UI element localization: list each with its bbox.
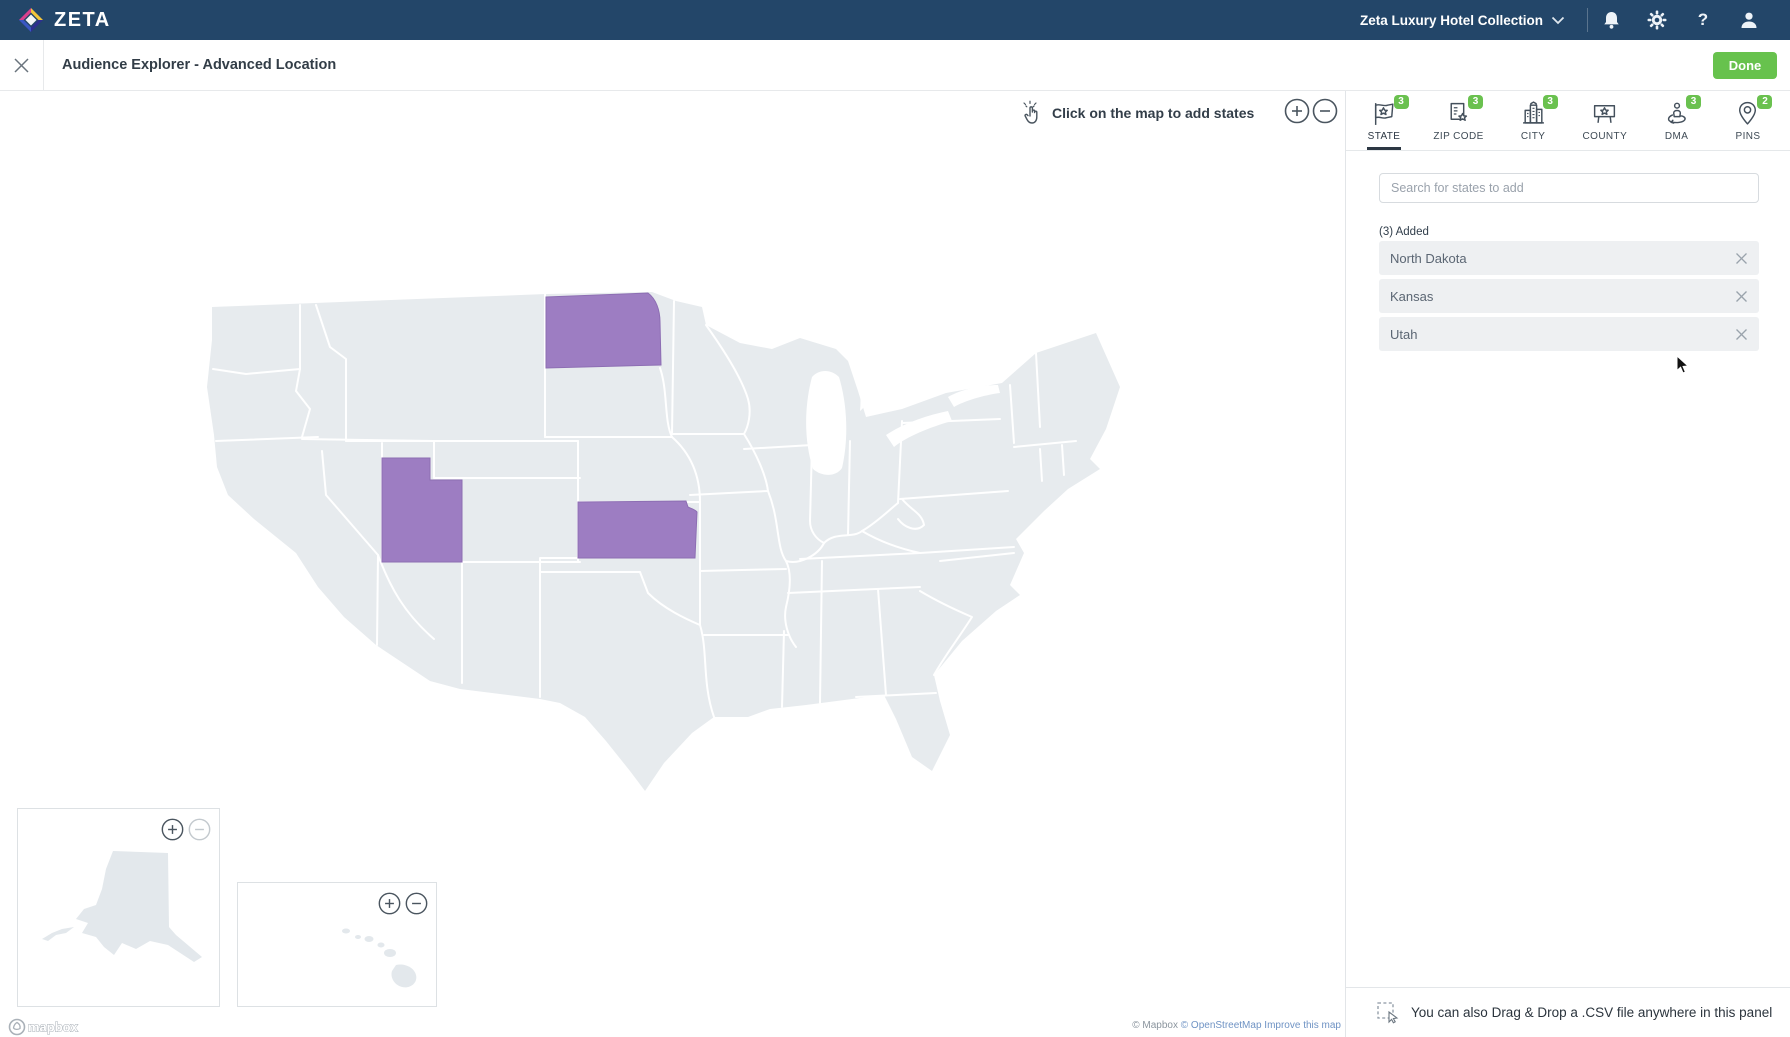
close-icon — [13, 57, 30, 74]
tab-state-badge: 3 — [1394, 95, 1409, 109]
alaska-zoom-out-button[interactable] — [188, 818, 211, 846]
settings-button[interactable] — [1634, 10, 1680, 30]
remove-state-button[interactable] — [1735, 252, 1748, 265]
county-sign-icon — [1591, 100, 1618, 127]
minus-icon — [405, 892, 428, 915]
list-item: Utah — [1379, 317, 1759, 351]
state-north-dakota[interactable] — [546, 293, 661, 368]
page-header: Audience Explorer - Advanced Location Do… — [0, 40, 1790, 91]
tab-pins[interactable]: 2 PINS — [1726, 91, 1770, 150]
gear-icon — [1647, 10, 1667, 30]
attribution-mapbox: © Mapbox — [1132, 1020, 1178, 1031]
zeta-brand[interactable]: ZETA — [18, 7, 111, 33]
tab-zip-code[interactable]: 3 ZIP CODE — [1433, 91, 1483, 150]
tab-city[interactable]: 3 CITY — [1511, 91, 1555, 150]
zeta-logo-icon — [18, 7, 44, 33]
location-panel: 3 STATE 3 ZIP CODE — [1345, 91, 1790, 1037]
hawaii-inset-map[interactable] — [237, 882, 437, 1007]
account-name: Zeta Luxury Hotel Collection — [1360, 13, 1543, 28]
hawaii-zoom-in-button[interactable] — [378, 892, 401, 920]
chevron-down-icon — [1551, 16, 1565, 25]
done-button[interactable]: Done — [1713, 52, 1777, 79]
user-icon — [1739, 10, 1759, 30]
tab-pins-badge: 2 — [1757, 95, 1772, 109]
help-icon: ? — [1698, 10, 1708, 30]
list-item: Kansas — [1379, 279, 1759, 313]
mapbox-logo[interactable]: mapbox — [8, 1018, 82, 1037]
csv-drop-text: You can also Drag & Drop a .CSV file any… — [1411, 1005, 1772, 1020]
map-hint-text: Click on the map to add states — [1052, 105, 1254, 121]
tab-dma-badge: 3 — [1686, 95, 1701, 109]
account-selector[interactable]: Zeta Luxury Hotel Collection — [1360, 13, 1587, 28]
location-type-tabs: 3 STATE 3 ZIP CODE — [1346, 91, 1790, 151]
remove-state-button[interactable] — [1735, 290, 1748, 303]
attribution-osm-link[interactable]: © OpenStreetMap — [1181, 1020, 1262, 1031]
remove-x-icon — [1735, 328, 1748, 341]
map-canvas[interactable]: Click on the map to add states — [0, 91, 1345, 1037]
map-attribution: © Mapbox © OpenStreetMap Improve this ma… — [1132, 1020, 1341, 1031]
added-count-label: (3) Added — [1379, 226, 1429, 238]
notifications-button[interactable] — [1588, 10, 1634, 30]
brand-name: ZETA — [54, 9, 111, 32]
help-button[interactable]: ? — [1680, 10, 1726, 30]
remove-state-button[interactable] — [1735, 328, 1748, 341]
plus-icon — [161, 818, 184, 841]
state-kansas[interactable] — [578, 501, 697, 558]
top-navbar: ZETA Zeta Luxury Hotel Collection — [0, 0, 1790, 40]
close-button[interactable] — [0, 40, 44, 90]
minus-icon — [188, 818, 211, 841]
plus-icon — [1284, 98, 1310, 124]
page-title: Audience Explorer - Advanced Location — [62, 57, 336, 73]
map-zoom-out-button[interactable] — [1312, 98, 1338, 124]
added-state-name: North Dakota — [1390, 251, 1467, 266]
tab-state[interactable]: 3 STATE — [1362, 91, 1406, 150]
csv-drop-hint: You can also Drag & Drop a .CSV file any… — [1346, 987, 1790, 1037]
remove-x-icon — [1735, 252, 1748, 265]
state-search-input[interactable] — [1379, 173, 1759, 203]
mapbox-logo-icon: mapbox — [8, 1018, 82, 1036]
tab-county[interactable]: COUNTY — [1583, 91, 1628, 150]
svg-text:mapbox: mapbox — [28, 1020, 79, 1035]
tap-icon — [1020, 100, 1044, 126]
tab-dma[interactable]: 3 DMA — [1655, 91, 1699, 150]
remove-x-icon — [1735, 290, 1748, 303]
plus-icon — [378, 892, 401, 915]
minus-icon — [1312, 98, 1338, 124]
added-state-name: Utah — [1390, 327, 1417, 342]
tab-city-badge: 3 — [1543, 95, 1558, 109]
tab-zip-badge: 3 — [1468, 95, 1483, 109]
added-states-list: North Dakota Kansas Utah — [1379, 241, 1759, 351]
map-zoom-in-button[interactable] — [1284, 98, 1310, 124]
bell-icon — [1602, 10, 1621, 30]
list-item: North Dakota — [1379, 241, 1759, 275]
alaska-inset-map[interactable] — [17, 808, 220, 1007]
user-menu-button[interactable] — [1726, 10, 1772, 30]
map-hint: Click on the map to add states — [1020, 100, 1254, 126]
attribution-improve-link[interactable]: Improve this map — [1264, 1020, 1341, 1031]
drag-drop-icon — [1376, 1001, 1400, 1025]
alaska-zoom-in-button[interactable] — [161, 818, 184, 846]
added-state-name: Kansas — [1390, 289, 1433, 304]
hawaii-zoom-out-button[interactable] — [405, 892, 428, 920]
